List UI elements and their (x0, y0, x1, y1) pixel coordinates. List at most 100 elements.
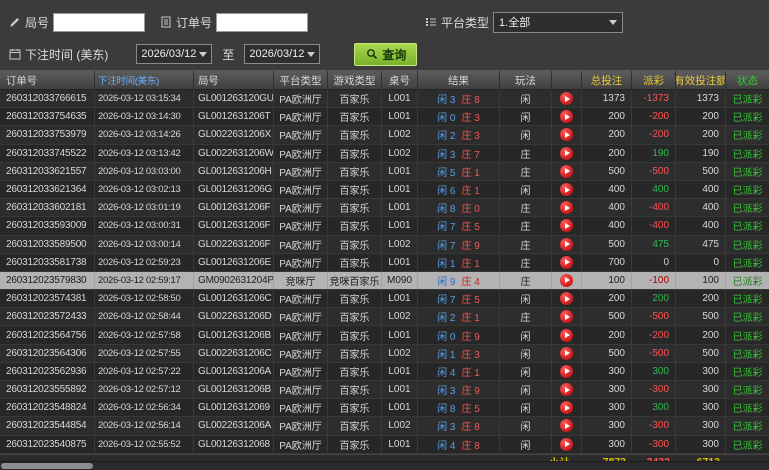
table-number-cell: L002 (382, 144, 418, 162)
replay-button[interactable] (560, 292, 573, 306)
replay-button[interactable] (560, 183, 573, 197)
total-bet-cell: 200 (582, 290, 632, 308)
table-number-cell: L001 (382, 162, 418, 180)
column-header[interactable]: 桌号 (382, 71, 418, 89)
result-cell: 闲 3 庄 7 (418, 144, 500, 162)
table-row[interactable]: 260312033589500 2026-03-12 03:00:14 GL0022… (0, 235, 769, 254)
result-banker: 庄 9 (461, 240, 480, 252)
round-number-cell: GL0022631206F (194, 235, 274, 253)
table-row[interactable]: 260312023564306 2026-03-12 02:57:55 GL0022… (0, 344, 769, 363)
table-row[interactable]: 260312033621364 2026-03-12 03:02:13 GL0012… (0, 180, 769, 200)
table-row[interactable]: 260312033745522 2026-03-12 03:13:42 GL0022… (0, 144, 769, 163)
platform-type-select[interactable]: 1.全部 (493, 11, 624, 33)
table-number-cell: L002 (382, 126, 418, 144)
result-cell: 闲 1 庄 1 (418, 253, 500, 271)
result-player: 闲 0 (437, 113, 456, 125)
replay-button[interactable] (560, 364, 573, 378)
document-icon (159, 16, 172, 29)
replay-button[interactable] (560, 128, 573, 142)
table-row[interactable]: 260312023564756 2026-03-12 02:57:58 GL0012… (0, 326, 769, 345)
column-header[interactable]: 局号 (194, 71, 274, 89)
table-row[interactable]: 260312033753979 2026-03-12 03:14:26 GL0022… (0, 126, 769, 145)
column-header[interactable]: 下注时间(美东) (95, 71, 194, 89)
table-number-cell: L002 (382, 417, 418, 435)
column-header[interactable]: 派彩 (632, 71, 676, 89)
replay-button[interactable] (560, 92, 573, 106)
replay-button[interactable] (560, 383, 573, 397)
horizontal-scrollbar[interactable] (0, 461, 769, 470)
table-row[interactable]: 260312033621557 2026-03-12 03:03:00 GL0012… (0, 162, 769, 181)
replay-button[interactable] (560, 237, 573, 251)
replay-button[interactable] (560, 328, 573, 342)
replay-button[interactable] (560, 346, 573, 360)
search-button[interactable]: 查询 (354, 42, 418, 66)
status-cell: 已派彩 (732, 204, 763, 216)
round-number-cell: GM0902631204P (194, 271, 274, 290)
bet-time-cell: 2026-03-12 03:13:42 (95, 144, 194, 162)
platform-type-cell: PA欧洲厅 (274, 417, 328, 435)
replay-button[interactable] (560, 273, 573, 287)
column-header[interactable]: 订单号 (0, 71, 95, 89)
table-row[interactable]: 260312023548824 2026-03-12 02:56:34 GL0012… (0, 399, 769, 418)
result-player: 闲 3 (437, 422, 456, 434)
total-bet-cell: 400 (582, 180, 632, 199)
valid-bet-cell: 400 (676, 180, 726, 199)
list-icon (424, 16, 437, 29)
table-row[interactable]: 260312023574381 2026-03-12 02:58:50 GL0012… (0, 290, 769, 309)
order-number-cell: 260312033593009 (0, 217, 95, 235)
result-banker: 庄 1 (461, 367, 480, 379)
column-header[interactable]: 平台类型 (274, 71, 328, 89)
status-cell: 已派彩 (732, 276, 763, 288)
replay-button[interactable] (560, 437, 573, 451)
table-row[interactable]: 260312033602181 2026-03-12 03:01:19 GL0012… (0, 199, 769, 218)
replay-button[interactable] (560, 419, 573, 433)
replay-button[interactable] (560, 219, 573, 233)
result-cell: 闲 7 庄 9 (418, 235, 500, 253)
column-header[interactable]: 有效投注额 (676, 71, 726, 89)
valid-bet-cell: 300 (676, 362, 726, 380)
valid-bet-cell: 500 (676, 344, 726, 362)
table-header-row: 订单号 下注时间(美东) 局号 平台类型 游戏类型 桌号 结果 玩法 总投注 派彩 有效投注额 状态 (0, 71, 769, 90)
table-row[interactable]: 260312023540875 2026-03-12 02:55:52 GL0012… (0, 435, 769, 454)
replay-button[interactable] (560, 201, 573, 215)
payout-cell: 400 (632, 180, 676, 199)
status-cell: 已派彩 (732, 240, 763, 252)
table-row[interactable]: 260312023579830 2026-03-12 02:59:17 GM0902… (0, 271, 769, 291)
replay-button[interactable] (560, 110, 573, 124)
date-from-select[interactable]: 2026/03/12 (136, 44, 213, 64)
table-row[interactable]: 260312023544854 2026-03-12 02:56:14 GL0022… (0, 417, 769, 436)
column-header[interactable]: 结果 (418, 71, 500, 89)
replay-button[interactable] (560, 146, 573, 160)
table-row[interactable]: 260312033766615 2026-03-12 03:15:34 GL0012… (0, 90, 769, 109)
column-header[interactable]: 总投注 (582, 71, 632, 89)
bet-time-cell: 2026-03-12 02:59:23 (95, 253, 194, 271)
play-icon (564, 295, 570, 302)
round-number-input[interactable] (53, 12, 146, 32)
payout-cell: -300 (632, 435, 676, 453)
bet-time-cell: 2026-03-12 03:14:30 (95, 108, 194, 126)
game-type-cell: 百家乐 (328, 326, 382, 344)
table-row[interactable]: 260312023555892 2026-03-12 02:57:12 GL0012… (0, 381, 769, 400)
table-row[interactable]: 260312033593009 2026-03-12 03:00:31 GL0012… (0, 217, 769, 236)
table-row[interactable]: 260312033581738 2026-03-12 02:59:23 GL0012… (0, 253, 769, 272)
column-header[interactable]: 游戏类型 (328, 71, 382, 89)
table-row[interactable]: 260312023562936 2026-03-12 02:57:22 GL0012… (0, 362, 769, 381)
play-type-cell: 庄 (500, 308, 552, 326)
action-cell (552, 235, 582, 253)
order-number-input[interactable] (216, 12, 309, 32)
replay-button[interactable] (560, 310, 573, 324)
replay-button[interactable] (560, 164, 573, 178)
date-to-select[interactable]: 2026/03/12 (244, 44, 321, 64)
scrollbar-thumb[interactable] (1, 463, 93, 469)
replay-button[interactable] (560, 255, 573, 269)
column-header[interactable]: 玩法 (500, 71, 552, 89)
order-number-cell: 260312023564756 (0, 326, 95, 344)
column-header[interactable]: 状态 (726, 71, 769, 89)
table-row[interactable]: 260312033754635 2026-03-12 03:14:30 GL0012… (0, 108, 769, 127)
game-type-cell: 百家乐 (328, 308, 382, 326)
play-icon (564, 277, 570, 284)
payout-cell: 475 (632, 235, 676, 253)
status-cell: 已派彩 (732, 95, 763, 107)
replay-button[interactable] (560, 401, 573, 415)
table-row[interactable]: 260312023572433 2026-03-12 02:58:44 GL0022… (0, 308, 769, 327)
